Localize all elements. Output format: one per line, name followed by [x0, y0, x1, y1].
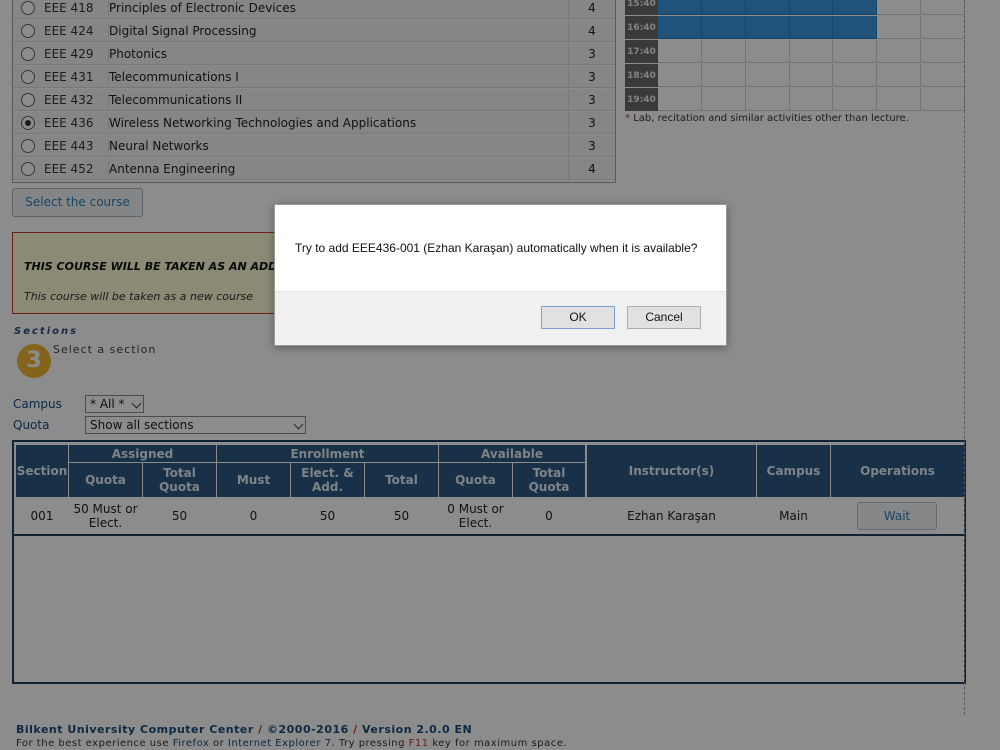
cancel-button[interactable]: Cancel [627, 306, 701, 329]
dialog-message: Try to add EEE436-001 (Ezhan Karaşan) au… [295, 241, 698, 255]
modal-overlay [0, 0, 1000, 750]
ok-button[interactable]: OK [541, 306, 615, 329]
confirm-dialog: Try to add EEE436-001 (Ezhan Karaşan) au… [274, 204, 727, 346]
dialog-footer: OK Cancel [275, 291, 726, 345]
